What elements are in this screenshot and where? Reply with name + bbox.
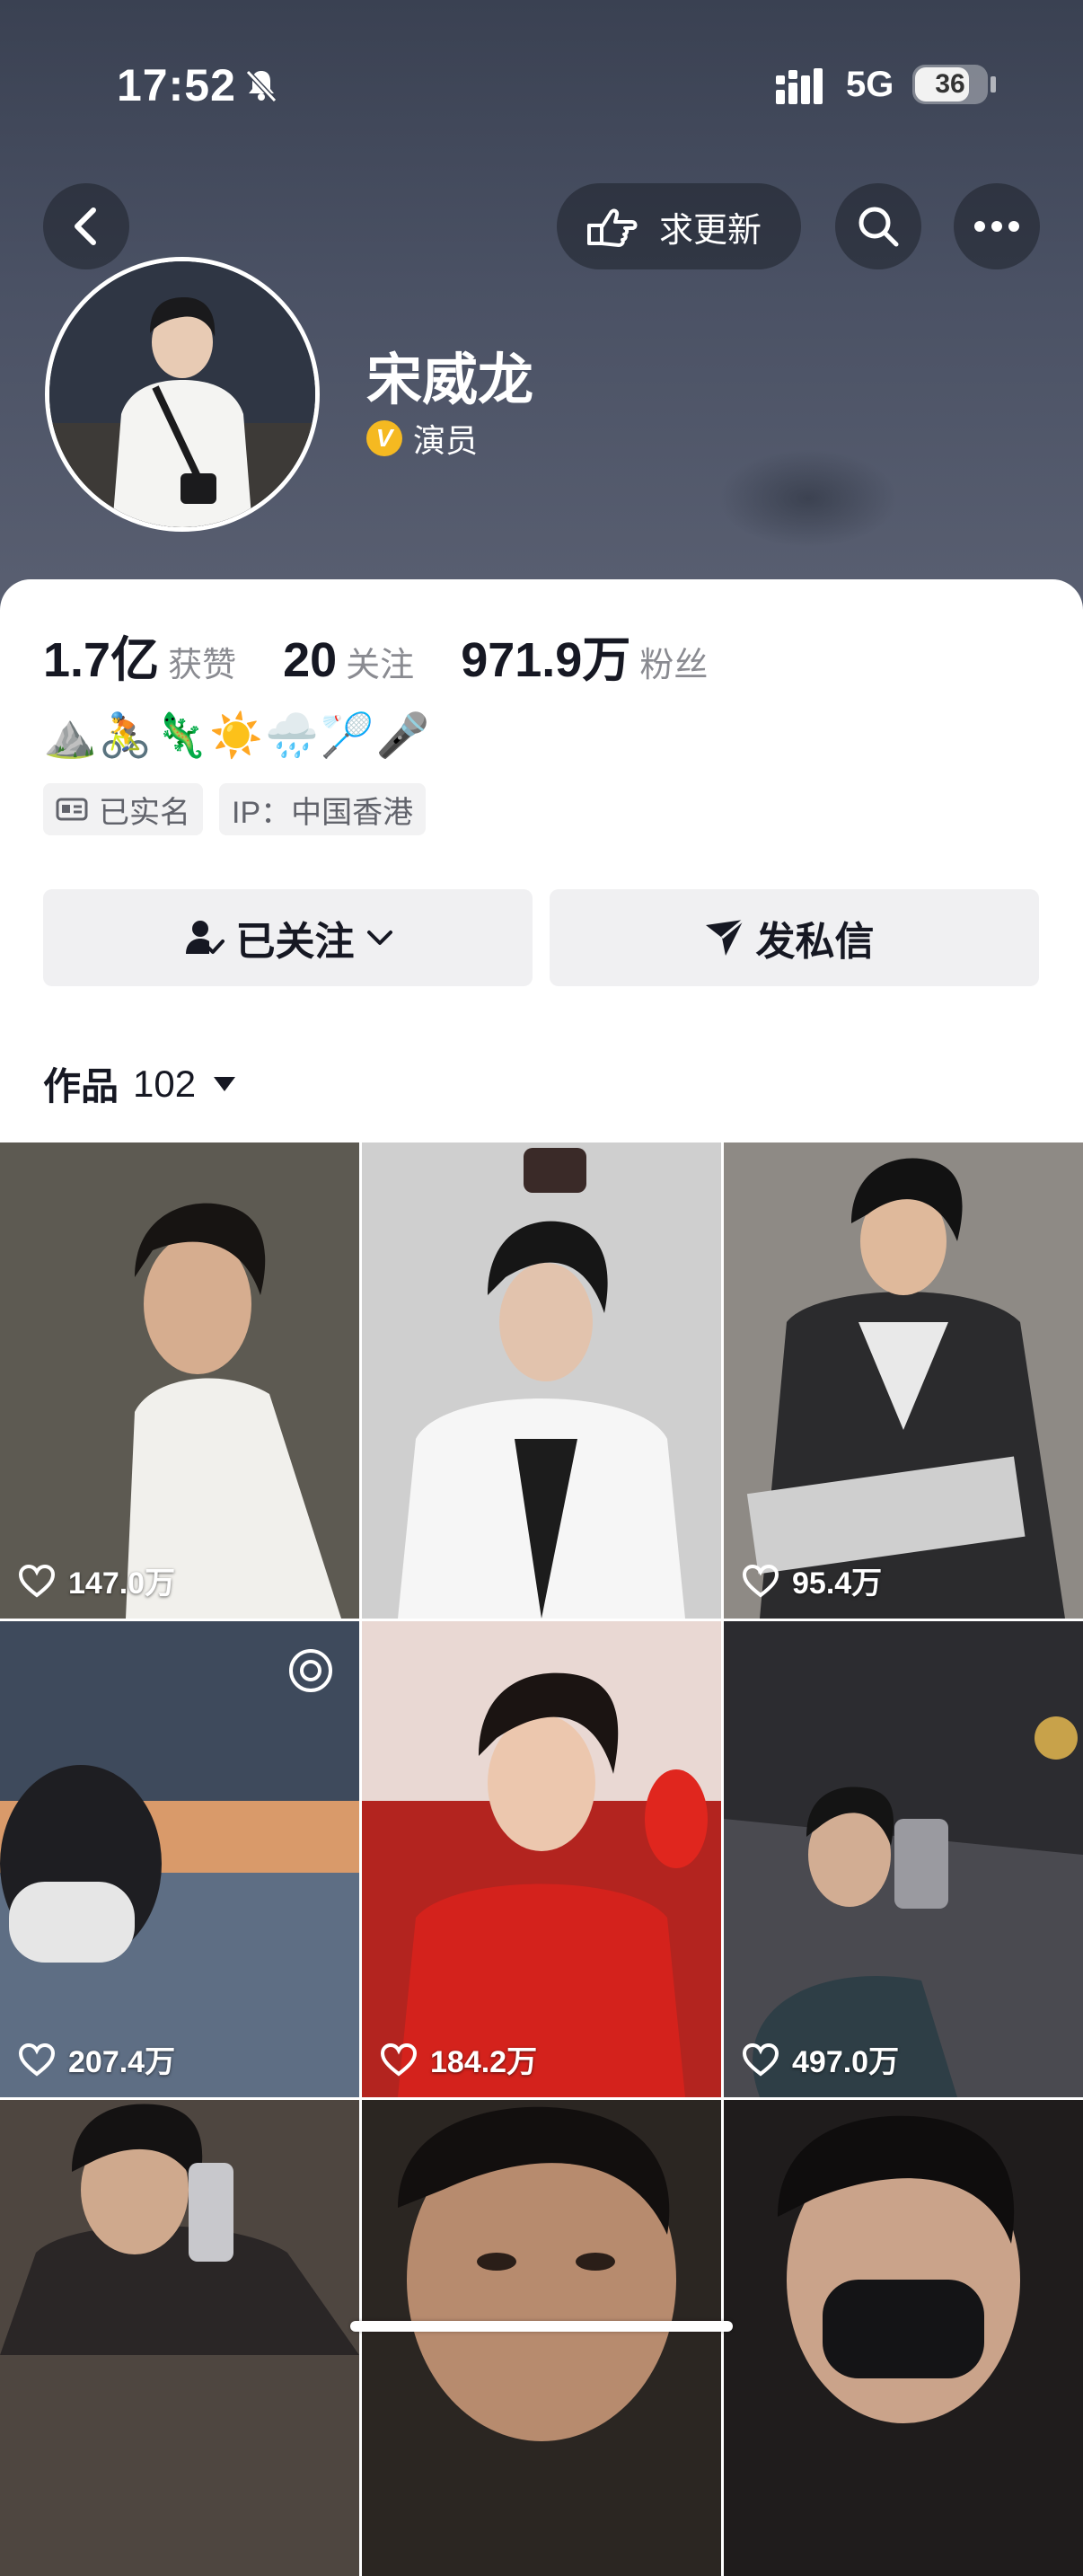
- video-thumbnail: [724, 2100, 1083, 2576]
- search-button[interactable]: [835, 183, 921, 269]
- video-tile-5[interactable]: 184.2万: [362, 1621, 721, 2097]
- video-tile-3[interactable]: 95.4万: [724, 1142, 1083, 1619]
- search-icon: [858, 207, 899, 247]
- caret-down-icon[interactable]: [212, 1075, 237, 1093]
- video-thumbnail: [724, 1142, 1083, 1619]
- video-thumbnail: [362, 2100, 721, 2576]
- likes-badge: 207.4万: [18, 2037, 175, 2081]
- video-thumbnail: [0, 1142, 359, 1619]
- likes-badge: 95.4万: [742, 1558, 882, 1602]
- ip-location-label: IP：中国香港: [232, 795, 414, 830]
- profile-name: 宋威龙: [366, 349, 534, 411]
- send-message-button[interactable]: 发私信: [550, 889, 1039, 986]
- works-count: 102: [133, 1062, 197, 1105]
- video-thumbnail: [724, 1621, 1083, 2097]
- likes-count-text: 207.4万: [68, 2045, 176, 2079]
- followed-label: 已关注: [235, 920, 355, 964]
- chevron-left-icon: [75, 207, 96, 245]
- video-tile-4[interactable]: 207.4万: [0, 1621, 359, 2097]
- header-background-decoration: [718, 449, 898, 548]
- send-message-label: 发私信: [755, 920, 875, 964]
- back-button[interactable]: [43, 183, 129, 269]
- more-dots-icon: [974, 221, 1019, 232]
- likes-badge: 497.0万: [742, 2037, 899, 2081]
- real-name-label: 已实名: [99, 795, 190, 830]
- profile-tags: 已实名 IP：中国香港: [43, 783, 442, 835]
- battery-icon: 36: [912, 65, 988, 104]
- silent-bell-icon: [245, 69, 277, 103]
- signal-icon: [776, 68, 823, 104]
- video-tile-7[interactable]: [0, 2100, 359, 2576]
- real-name-tag: 已实名: [43, 783, 203, 835]
- emoji-bio: ⛰️🚴🦎☀️🌧️🏸🎤: [43, 710, 432, 761]
- profile-stats: 1.7亿 获赞 20 关注 971.9万 粉丝: [43, 620, 754, 691]
- chevron-down-icon: [366, 931, 392, 945]
- pointing-hand-icon: [587, 208, 638, 247]
- followers-label: 粉丝: [639, 647, 709, 684]
- likes-count-text: 95.4万: [792, 1566, 883, 1601]
- video-tile-9[interactable]: [724, 2100, 1083, 2576]
- home-indicator[interactable]: [350, 2321, 733, 2332]
- likes-label: 获赞: [168, 647, 237, 684]
- likes-badge: 184.2万: [380, 2037, 537, 2081]
- video-tile-2[interactable]: [362, 1142, 721, 1619]
- heart-icon: [18, 1564, 56, 1598]
- network-type: 5G: [846, 65, 894, 104]
- following-label: 关注: [346, 647, 415, 684]
- likes-count-text: 184.2万: [430, 2045, 538, 2079]
- battery-level: 36: [935, 69, 965, 99]
- heart-icon: [742, 2042, 779, 2077]
- heart-icon: [742, 1564, 779, 1598]
- verification-badge: V 演员: [366, 415, 478, 462]
- more-options-button[interactable]: [954, 183, 1040, 269]
- user-check-icon: [185, 921, 225, 954]
- video-thumbnail: [0, 2100, 359, 2576]
- verified-v-icon: V: [366, 420, 402, 456]
- ip-location-tag: IP：中国香港: [219, 783, 427, 835]
- video-tile-1[interactable]: 147.0万: [0, 1142, 359, 1619]
- works-label: 作品: [43, 1065, 119, 1107]
- request-update-button[interactable]: 求更新: [557, 183, 801, 269]
- following-count[interactable]: 20: [283, 632, 337, 688]
- video-tile-6[interactable]: 497.0万: [724, 1621, 1083, 2097]
- heart-icon: [18, 2042, 56, 2077]
- video-thumbnail: [362, 1621, 721, 2097]
- followers-count[interactable]: 971.9万: [461, 620, 630, 691]
- likes-count-text: 497.0万: [792, 2045, 900, 2079]
- video-thumbnail: [362, 1142, 721, 1619]
- likes-badge: 147.0万: [18, 1558, 175, 1602]
- followed-button[interactable]: 已关注: [43, 889, 533, 986]
- heart-icon: [380, 2042, 418, 2077]
- id-card-icon: [56, 798, 88, 821]
- likes-count-text: 147.0万: [68, 1566, 176, 1601]
- video-tile-8[interactable]: [362, 2100, 721, 2576]
- video-thumbnail: [0, 1621, 359, 2097]
- likes-count[interactable]: 1.7亿: [43, 620, 159, 691]
- status-time: 17:52: [117, 60, 236, 110]
- profile-avatar[interactable]: [45, 257, 320, 532]
- verification-label: 演员: [413, 422, 479, 459]
- request-update-label: 求更新: [659, 211, 762, 250]
- works-tab[interactable]: 作品 102: [43, 1056, 237, 1111]
- avatar-photo: [49, 261, 315, 527]
- battery-tip: [991, 76, 996, 93]
- paper-plane-icon: [705, 918, 744, 956]
